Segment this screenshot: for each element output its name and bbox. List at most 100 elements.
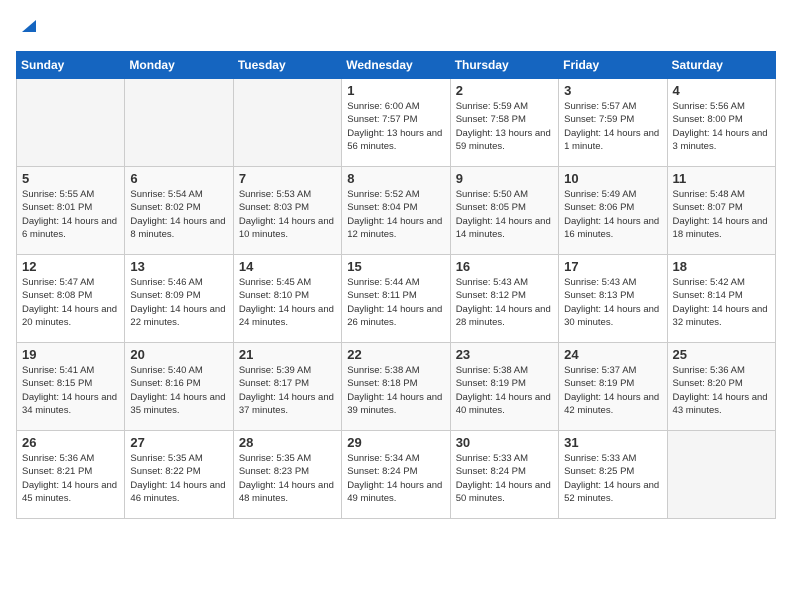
calendar-cell: [667, 431, 775, 519]
calendar-cell: 16 Sunrise: 5:43 AMSunset: 8:12 PMDayligh…: [450, 255, 558, 343]
calendar-cell: 28 Sunrise: 5:35 AMSunset: 8:23 PMDayligh…: [233, 431, 341, 519]
day-number: 5: [22, 171, 119, 186]
calendar-week: 12 Sunrise: 5:47 AMSunset: 8:08 PMDayligh…: [17, 255, 776, 343]
day-info: Sunrise: 5:50 AMSunset: 8:05 PMDaylight:…: [456, 188, 553, 241]
calendar-cell: 31 Sunrise: 5:33 AMSunset: 8:25 PMDayligh…: [559, 431, 667, 519]
day-info: Sunrise: 5:52 AMSunset: 8:04 PMDaylight:…: [347, 188, 444, 241]
calendar-cell: [125, 79, 233, 167]
day-info: Sunrise: 5:35 AMSunset: 8:22 PMDaylight:…: [130, 452, 227, 505]
day-number: 11: [673, 171, 770, 186]
day-number: 1: [347, 83, 444, 98]
day-info: Sunrise: 5:39 AMSunset: 8:17 PMDaylight:…: [239, 364, 336, 417]
day-info: Sunrise: 5:47 AMSunset: 8:08 PMDaylight:…: [22, 276, 119, 329]
day-info: Sunrise: 5:40 AMSunset: 8:16 PMDaylight:…: [130, 364, 227, 417]
day-info: Sunrise: 5:36 AMSunset: 8:20 PMDaylight:…: [673, 364, 770, 417]
day-number: 13: [130, 259, 227, 274]
day-number: 29: [347, 435, 444, 450]
calendar-cell: 22 Sunrise: 5:38 AMSunset: 8:18 PMDayligh…: [342, 343, 450, 431]
calendar-cell: 4 Sunrise: 5:56 AMSunset: 8:00 PMDaylight…: [667, 79, 775, 167]
day-info: Sunrise: 5:55 AMSunset: 8:01 PMDaylight:…: [22, 188, 119, 241]
day-info: Sunrise: 5:34 AMSunset: 8:24 PMDaylight:…: [347, 452, 444, 505]
day-info: Sunrise: 5:46 AMSunset: 8:09 PMDaylight:…: [130, 276, 227, 329]
day-number: 21: [239, 347, 336, 362]
calendar-cell: 9 Sunrise: 5:50 AMSunset: 8:05 PMDaylight…: [450, 167, 558, 255]
day-header: Friday: [559, 52, 667, 79]
day-info: Sunrise: 5:53 AMSunset: 8:03 PMDaylight:…: [239, 188, 336, 241]
day-info: Sunrise: 5:57 AMSunset: 7:59 PMDaylight:…: [564, 100, 661, 153]
day-number: 16: [456, 259, 553, 274]
day-info: Sunrise: 5:44 AMSunset: 8:11 PMDaylight:…: [347, 276, 444, 329]
day-number: 19: [22, 347, 119, 362]
calendar-cell: 27 Sunrise: 5:35 AMSunset: 8:22 PMDayligh…: [125, 431, 233, 519]
day-info: Sunrise: 5:38 AMSunset: 8:19 PMDaylight:…: [456, 364, 553, 417]
day-info: Sunrise: 5:33 AMSunset: 8:25 PMDaylight:…: [564, 452, 661, 505]
calendar-cell: 19 Sunrise: 5:41 AMSunset: 8:15 PMDayligh…: [17, 343, 125, 431]
calendar-cell: 23 Sunrise: 5:38 AMSunset: 8:19 PMDayligh…: [450, 343, 558, 431]
day-info: Sunrise: 5:54 AMSunset: 8:02 PMDaylight:…: [130, 188, 227, 241]
calendar-week: 1 Sunrise: 6:00 AMSunset: 7:57 PMDaylight…: [17, 79, 776, 167]
day-info: Sunrise: 5:59 AMSunset: 7:58 PMDaylight:…: [456, 100, 553, 153]
day-number: 6: [130, 171, 227, 186]
calendar-week: 26Sunrise: 5:36 AMSunset: 8:21 PMDayligh…: [17, 431, 776, 519]
day-number: 10: [564, 171, 661, 186]
day-info: Sunrise: 5:49 AMSunset: 8:06 PMDaylight:…: [564, 188, 661, 241]
calendar-cell: 1 Sunrise: 6:00 AMSunset: 7:57 PMDaylight…: [342, 79, 450, 167]
header: [16, 16, 776, 39]
calendar-cell: 14 Sunrise: 5:45 AMSunset: 8:10 PMDayligh…: [233, 255, 341, 343]
calendar-cell: 12 Sunrise: 5:47 AMSunset: 8:08 PMDayligh…: [17, 255, 125, 343]
day-number: 17: [564, 259, 661, 274]
calendar-cell: 29 Sunrise: 5:34 AMSunset: 8:24 PMDayligh…: [342, 431, 450, 519]
day-number: 18: [673, 259, 770, 274]
day-number: 2: [456, 83, 553, 98]
day-info: Sunrise: 5:43 AMSunset: 8:13 PMDaylight:…: [564, 276, 661, 329]
calendar-cell: 3 Sunrise: 5:57 AMSunset: 7:59 PMDaylight…: [559, 79, 667, 167]
day-number: 9: [456, 171, 553, 186]
calendar-cell: 21 Sunrise: 5:39 AMSunset: 8:17 PMDayligh…: [233, 343, 341, 431]
day-number: 12: [22, 259, 119, 274]
calendar-cell: 13 Sunrise: 5:46 AMSunset: 8:09 PMDayligh…: [125, 255, 233, 343]
calendar-cell: 25Sunrise: 5:36 AMSunset: 8:20 PMDayligh…: [667, 343, 775, 431]
day-info: Sunrise: 5:43 AMSunset: 8:12 PMDaylight:…: [456, 276, 553, 329]
calendar-cell: [17, 79, 125, 167]
day-number: 7: [239, 171, 336, 186]
logo-icon: [18, 16, 36, 34]
calendar-cell: 10 Sunrise: 5:49 AMSunset: 8:06 PMDayligh…: [559, 167, 667, 255]
calendar-cell: 17 Sunrise: 5:43 AMSunset: 8:13 PMDayligh…: [559, 255, 667, 343]
day-number: 23: [456, 347, 553, 362]
day-info: Sunrise: 5:42 AMSunset: 8:14 PMDaylight:…: [673, 276, 770, 329]
day-header: Wednesday: [342, 52, 450, 79]
day-number: 8: [347, 171, 444, 186]
day-info: Sunrise: 5:48 AMSunset: 8:07 PMDaylight:…: [673, 188, 770, 241]
calendar-cell: 30Sunrise: 5:33 AMSunset: 8:24 PMDayligh…: [450, 431, 558, 519]
calendar-table: SundayMondayTuesdayWednesdayThursdayFrid…: [16, 51, 776, 519]
day-info: Sunrise: 5:41 AMSunset: 8:15 PMDaylight:…: [22, 364, 119, 417]
calendar-week: 5 Sunrise: 5:55 AMSunset: 8:01 PMDaylight…: [17, 167, 776, 255]
day-number: 3: [564, 83, 661, 98]
day-number: 22: [347, 347, 444, 362]
day-info: Sunrise: 5:37 AMSunset: 8:19 PMDaylight:…: [564, 364, 661, 417]
day-info: Sunrise: 5:35 AMSunset: 8:23 PMDaylight:…: [239, 452, 336, 505]
calendar-cell: 18 Sunrise: 5:42 AMSunset: 8:14 PMDayligh…: [667, 255, 775, 343]
day-header: Monday: [125, 52, 233, 79]
day-info: Sunrise: 5:56 AMSunset: 8:00 PMDaylight:…: [673, 100, 770, 153]
day-number: 14: [239, 259, 336, 274]
day-number: 28: [239, 435, 336, 450]
calendar-cell: 6 Sunrise: 5:54 AMSunset: 8:02 PMDaylight…: [125, 167, 233, 255]
day-info: Sunrise: 5:36 AMSunset: 8:21 PMDaylight:…: [22, 452, 119, 505]
day-number: 4: [673, 83, 770, 98]
calendar-cell: 5 Sunrise: 5:55 AMSunset: 8:01 PMDaylight…: [17, 167, 125, 255]
day-header: Saturday: [667, 52, 775, 79]
day-info: Sunrise: 5:38 AMSunset: 8:18 PMDaylight:…: [347, 364, 444, 417]
calendar-header: SundayMondayTuesdayWednesdayThursdayFrid…: [17, 52, 776, 79]
day-info: Sunrise: 6:00 AMSunset: 7:57 PMDaylight:…: [347, 100, 444, 153]
calendar-week: 19 Sunrise: 5:41 AMSunset: 8:15 PMDayligh…: [17, 343, 776, 431]
day-number: 15: [347, 259, 444, 274]
day-info: Sunrise: 5:45 AMSunset: 8:10 PMDaylight:…: [239, 276, 336, 329]
calendar-cell: [233, 79, 341, 167]
day-number: 30: [456, 435, 553, 450]
day-number: 27: [130, 435, 227, 450]
day-number: 31: [564, 435, 661, 450]
logo: [16, 16, 36, 39]
calendar-cell: 11 Sunrise: 5:48 AMSunset: 8:07 PMDayligh…: [667, 167, 775, 255]
calendar-cell: 20Sunrise: 5:40 AMSunset: 8:16 PMDayligh…: [125, 343, 233, 431]
